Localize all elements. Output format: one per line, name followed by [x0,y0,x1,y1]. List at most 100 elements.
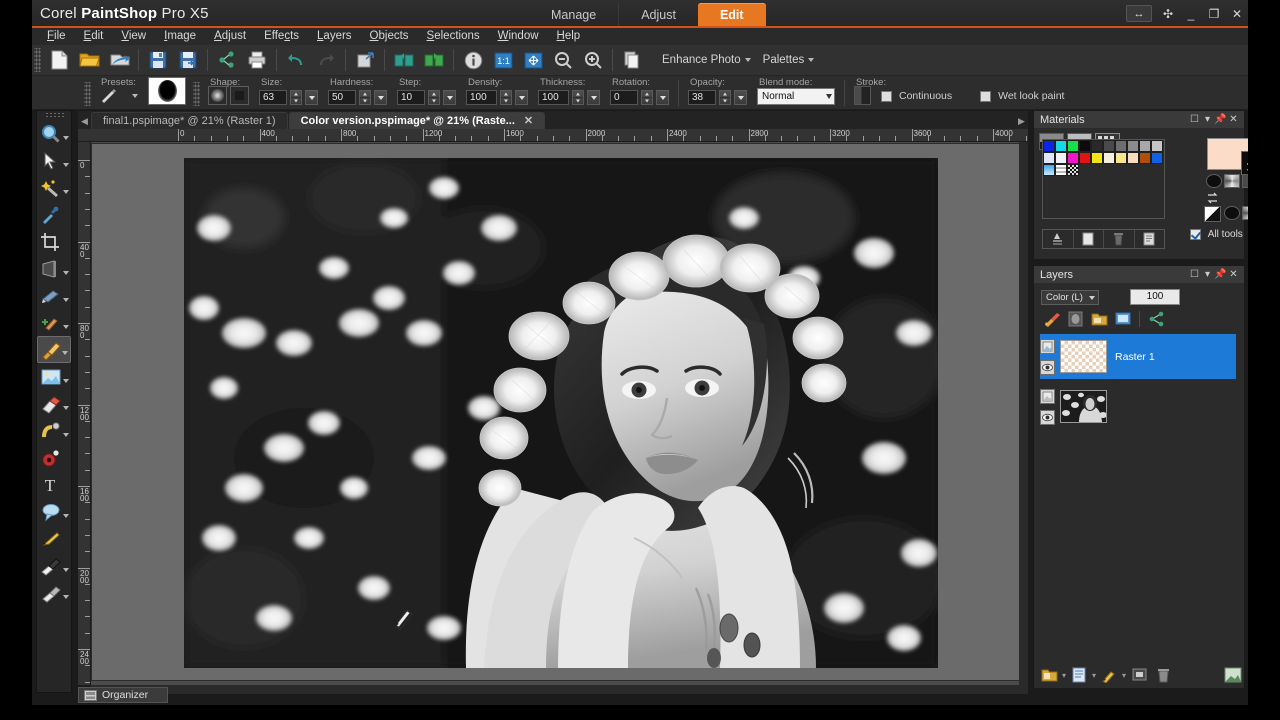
print-icon[interactable] [242,46,272,74]
layer-opacity-slider[interactable]: 100 [1130,289,1180,305]
menu-view[interactable]: View [112,28,155,45]
delete-layer-icon[interactable] [1152,666,1174,685]
layer-visibility-icon-2[interactable] [1040,409,1055,425]
save-as-icon[interactable] [173,46,203,74]
swatch[interactable] [1103,152,1115,164]
swatch[interactable] [1103,140,1115,152]
tool-makeover[interactable] [37,309,71,336]
menu-effects[interactable]: Effects [255,28,308,45]
layer-properties-icon[interactable] [1112,309,1134,328]
edit-selection-icon[interactable] [1098,666,1120,685]
shape-round-button[interactable] [208,86,227,105]
swatch[interactable] [1151,140,1163,152]
duplicate-icon[interactable] [617,46,647,74]
rotation-input[interactable]: 0 [610,90,638,105]
image-canvas[interactable] [184,158,938,668]
swatch[interactable] [1055,164,1067,176]
hardness-dropdown[interactable] [374,90,387,105]
step-spinner[interactable] [428,90,440,105]
tool-smudge[interactable] [37,579,71,606]
tool-text[interactable]: T [37,471,71,498]
hardness-spinner[interactable] [359,90,371,105]
open-folder-icon[interactable] [74,46,104,74]
merge-icon[interactable] [1128,666,1150,685]
delete-swatch-icon[interactable] [1104,230,1135,248]
tool-zoom[interactable] [37,120,71,147]
transparency-swap-icon[interactable] [1206,191,1220,205]
swatch[interactable] [1079,140,1091,152]
swatch[interactable] [1043,140,1055,152]
share-icon[interactable] [212,46,242,74]
tool-red-eye[interactable] [37,444,71,471]
restore-button[interactable]: ❐ [1207,6,1221,22]
document-window[interactable] [91,143,1021,681]
browse-icon[interactable] [104,46,134,74]
layer-type-icon[interactable] [1040,338,1055,354]
rotation-spinner[interactable] [641,90,653,105]
menu-window[interactable]: Window [489,28,548,45]
palettes-button[interactable]: Palettes [757,49,821,71]
maximize-icon[interactable]: ☐ [1188,113,1201,127]
menu-edit[interactable]: Edit [75,28,113,45]
mode-tab-edit[interactable]: Edit [697,3,766,27]
export-icon[interactable] [350,46,380,74]
step-input[interactable]: 10 [397,90,425,105]
move-icon[interactable]: ✣ [1161,6,1175,22]
size-input[interactable]: 63 [259,90,287,105]
tool-dropper[interactable] [37,201,71,228]
swatch[interactable] [1115,152,1127,164]
swatch[interactable] [1091,140,1103,152]
menu-image[interactable]: Image [155,28,205,45]
wet-look-checkbox[interactable] [980,90,992,102]
rotate-right-icon[interactable] [419,46,449,74]
all-tools-checkbox[interactable] [1190,229,1201,240]
thickness-dropdown[interactable] [587,90,600,105]
zoom-out-icon[interactable] [548,46,578,74]
tool-warp-brush[interactable] [37,552,71,579]
layer-row-background[interactable] [1040,384,1236,429]
new-icon[interactable] [44,46,74,74]
close-button[interactable]: ✕ [1230,6,1244,22]
toolbar-grip[interactable] [34,48,41,72]
mask-icon[interactable] [1064,309,1086,328]
options-grip[interactable] [84,82,91,106]
menu-help[interactable]: Help [548,28,590,45]
mode-tab-manage[interactable]: Manage [529,3,618,27]
preset-pen-icon[interactable] [99,87,125,105]
pin-icon[interactable]: 📌 [1214,113,1227,127]
canvas-hscrollbar[interactable] [91,685,1028,694]
menu-objects[interactable]: Objects [361,28,418,45]
layer-group-icon[interactable] [1088,309,1110,328]
document-tab-final1[interactable]: final1.pspimage* @ 21% (Raster 1) [91,112,288,129]
swatch[interactable] [1079,152,1091,164]
properties-icon[interactable] [1135,230,1165,248]
bg-style-solid-icon[interactable] [1224,206,1240,220]
layers-pin-icon[interactable]: 📌 [1214,268,1227,282]
menu-selections[interactable]: Selections [418,28,489,45]
tab-scroll-left-icon[interactable]: ◀ [78,113,91,129]
layer-preview-icon[interactable] [1222,666,1244,685]
thickness-input[interactable]: 100 [538,90,569,105]
canvas-vscrollbar[interactable] [1019,142,1028,685]
density-spinner[interactable] [500,90,512,105]
new-swatch-icon[interactable] [1074,230,1104,248]
actual-size-icon[interactable]: 1:1 [488,46,518,74]
shape-square-button[interactable] [230,86,249,105]
tool-picture-tube[interactable] [37,363,71,390]
opacity-spinner[interactable] [719,90,731,105]
tool-selection[interactable] [37,174,71,201]
layer-blend-mode-select[interactable]: Color (L) [1041,290,1099,305]
bg-style-gradient-icon[interactable] [1204,206,1221,222]
swatch[interactable] [1067,140,1079,152]
info-icon[interactable] [458,46,488,74]
tool-scratch-remover[interactable] [37,282,71,309]
redo-icon[interactable] [311,46,341,74]
menu-adjust[interactable]: Adjust [205,28,255,45]
presets-chevron-icon[interactable] [132,94,138,98]
swatch[interactable] [1091,152,1103,164]
swatch[interactable] [1151,152,1163,164]
resize-arrows-icon[interactable]: ↔ [1126,5,1152,22]
tool-pick[interactable] [37,147,71,174]
new-layer-icon[interactable] [1038,666,1060,685]
panel-menu-chevron-icon[interactable]: ▾ [1201,113,1214,127]
